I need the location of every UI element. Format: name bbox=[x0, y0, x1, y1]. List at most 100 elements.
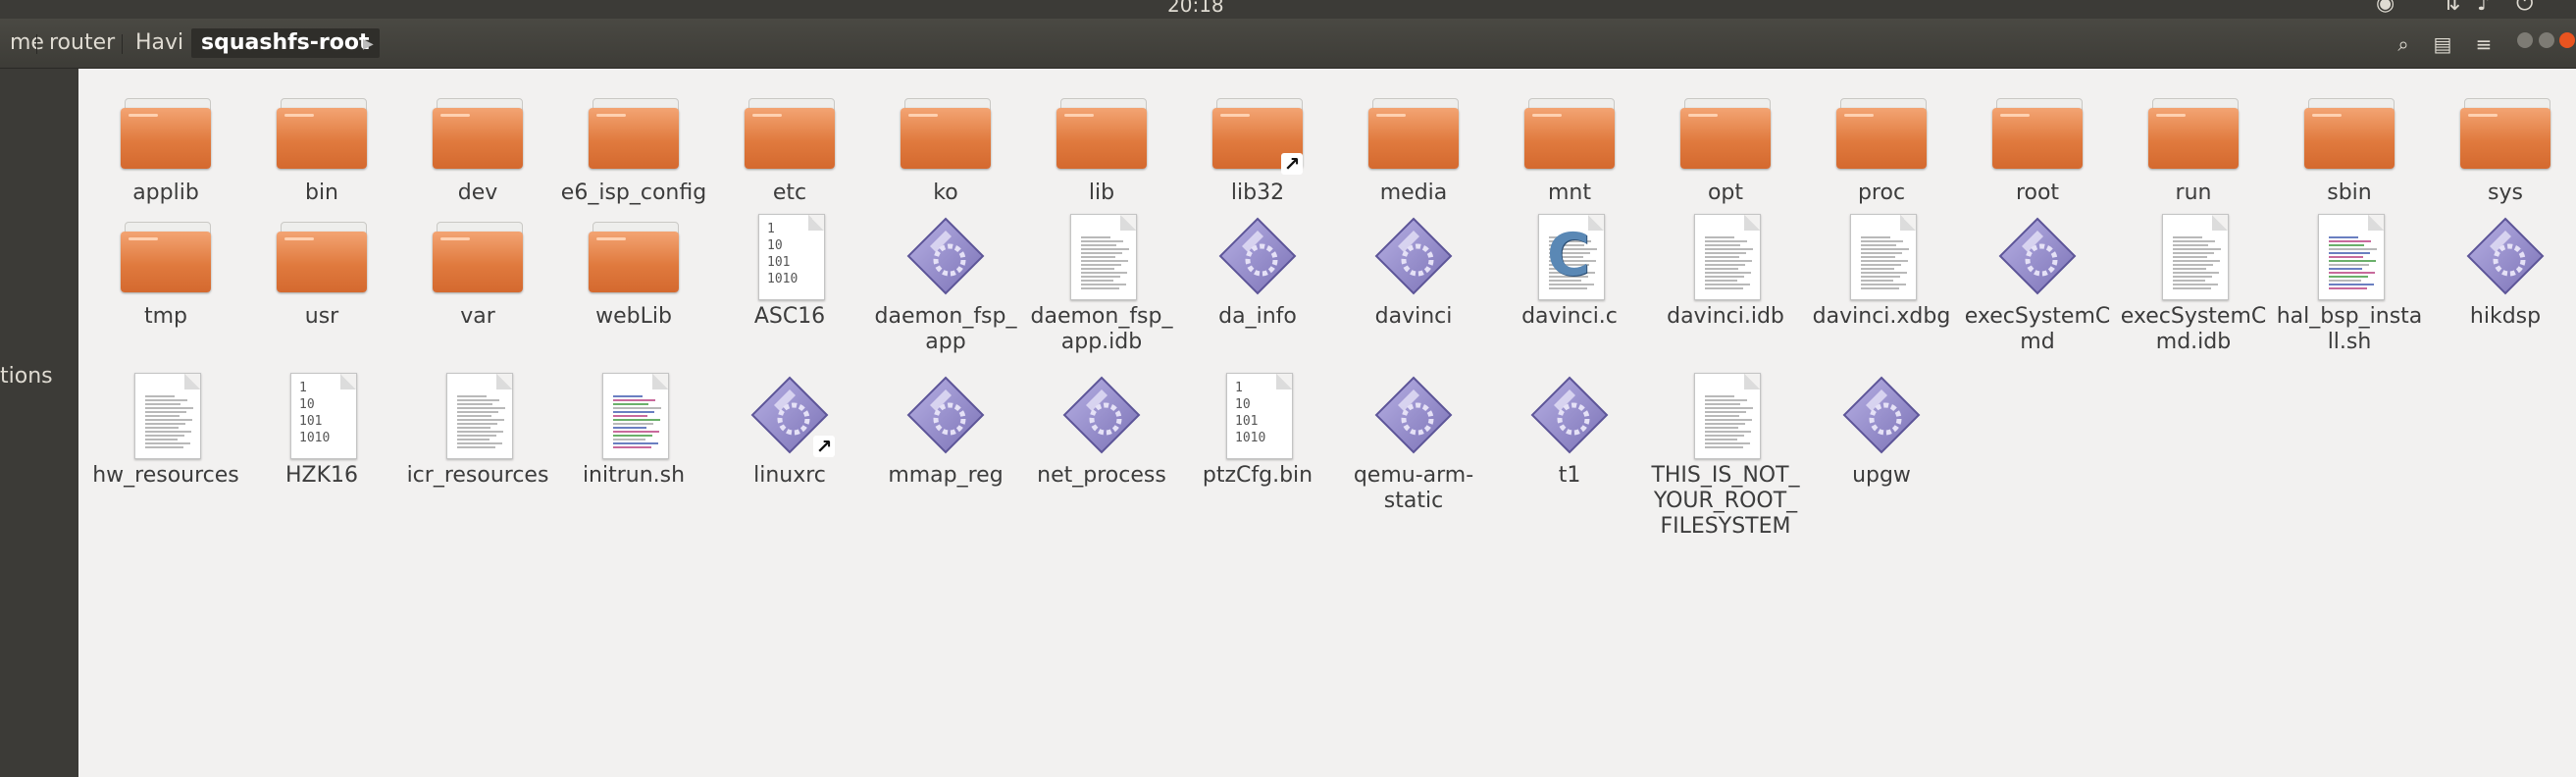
file-name-label: ko bbox=[933, 181, 958, 205]
file-item[interactable]: t1 bbox=[1491, 373, 1648, 489]
breadcrumb-router[interactable]: router bbox=[39, 28, 125, 58]
file-item[interactable]: Cdavinci.c bbox=[1491, 214, 1648, 330]
file-name-label: daemon_fsp_app bbox=[874, 304, 1017, 354]
file-item[interactable]: upgw bbox=[1803, 373, 1960, 489]
binary-file-icon: 1 10 101 1010 bbox=[743, 214, 837, 300]
file-name-label: execSystemCmd bbox=[1964, 304, 2111, 354]
file-item[interactable]: daemon_fsp_app.idb bbox=[1023, 214, 1180, 355]
breadcrumb-havi[interactable]: Havi bbox=[126, 28, 193, 58]
file-item[interactable]: davinci.xdbg bbox=[1803, 214, 1960, 330]
file-name-label: run bbox=[2175, 181, 2212, 205]
file-item[interactable]: icr_resources bbox=[399, 373, 556, 489]
file-item[interactable]: davinci.idb bbox=[1647, 214, 1804, 330]
close-button[interactable] bbox=[2559, 32, 2575, 48]
file-name-label: webLib bbox=[595, 304, 672, 329]
file-name-label: e6_isp_config bbox=[560, 181, 707, 205]
file-item[interactable]: usr bbox=[243, 214, 400, 330]
file-item[interactable]: mmap_reg bbox=[867, 373, 1024, 489]
folder-icon bbox=[899, 90, 993, 175]
power-icon[interactable]: ⏻ bbox=[2516, 0, 2533, 16]
file-item[interactable]: sys bbox=[2427, 90, 2576, 206]
text-file-icon bbox=[1834, 214, 1929, 300]
file-name-label: THIS_IS_NOT_YOUR_ROOT_FILESYSTEM bbox=[1651, 463, 1800, 539]
executable-icon bbox=[1366, 373, 1461, 457]
executable-icon bbox=[1834, 373, 1929, 457]
file-item[interactable]: execSystemCmd bbox=[1959, 214, 2116, 355]
folder-icon bbox=[2146, 90, 2241, 175]
breadcrumb-next-arrow-icon[interactable]: ▶ bbox=[363, 36, 374, 52]
file-item[interactable]: var bbox=[399, 214, 556, 330]
file-item[interactable]: ↗ lib32 bbox=[1179, 90, 1336, 206]
file-item[interactable]: media bbox=[1335, 90, 1492, 206]
clock[interactable]: 20:18 bbox=[1167, 0, 1224, 17]
file-item[interactable]: e6_isp_config bbox=[555, 90, 712, 206]
file-item[interactable]: da_info bbox=[1179, 214, 1336, 330]
minimize-button[interactable] bbox=[2517, 32, 2533, 48]
file-name-label: davinci.xdbg bbox=[1812, 304, 1951, 329]
folder-icon bbox=[119, 90, 213, 175]
breadcrumb-separator bbox=[122, 34, 123, 54]
file-item[interactable]: root bbox=[1959, 90, 2116, 206]
file-item[interactable]: dev bbox=[399, 90, 556, 206]
file-item[interactable]: applib bbox=[87, 90, 244, 206]
file-name-label: ASC16 bbox=[753, 304, 826, 329]
file-item[interactable]: run bbox=[2115, 90, 2272, 206]
file-name-label: hikdsp bbox=[2469, 304, 2542, 329]
sidebar-item-label[interactable]: tions bbox=[0, 364, 53, 388]
top-panel: 20:18 ◉ ⇅ ♪ ⏻ bbox=[0, 0, 2576, 19]
file-name-label: tmp bbox=[143, 304, 188, 329]
file-item[interactable]: execSystemCmd.idb bbox=[2115, 214, 2272, 355]
file-item[interactable]: 1 10 101 1010 ptzCfg.bin bbox=[1179, 373, 1336, 489]
file-item[interactable]: initrun.sh bbox=[555, 373, 712, 489]
volume-icon[interactable]: ♪ bbox=[2477, 0, 2491, 16]
file-item[interactable]: tmp bbox=[87, 214, 244, 330]
file-name-label: dev bbox=[457, 181, 498, 205]
file-item[interactable]: hal_bsp_install.sh bbox=[2271, 214, 2428, 355]
file-name-label: etc bbox=[772, 181, 807, 205]
executable-icon bbox=[1366, 214, 1461, 298]
folder-icon bbox=[119, 214, 213, 298]
accessibility-icon[interactable]: ◉ bbox=[2376, 0, 2395, 16]
folder-icon bbox=[1834, 90, 1929, 175]
folder-icon: ↗ bbox=[1211, 90, 1305, 175]
file-item[interactable]: ko bbox=[867, 90, 1024, 206]
search-icon[interactable]: ⌕ bbox=[2384, 30, 2423, 58]
breadcrumb-squashfs-root[interactable]: squashfs-root bbox=[191, 28, 380, 58]
file-item[interactable]: hikdsp bbox=[2427, 214, 2576, 330]
network-icon[interactable]: ⇅ bbox=[2443, 0, 2460, 16]
binary-file-icon: 1 10 101 1010 bbox=[1211, 373, 1305, 459]
file-item[interactable]: proc bbox=[1803, 90, 1960, 206]
folder-icon bbox=[587, 214, 681, 298]
file-item[interactable]: daemon_fsp_app bbox=[867, 214, 1024, 355]
menu-icon[interactable]: ≡ bbox=[2464, 30, 2503, 58]
file-name-label: media bbox=[1379, 181, 1448, 205]
folder-icon bbox=[1055, 90, 1149, 175]
folder-icon bbox=[743, 90, 837, 175]
file-item[interactable]: net_process bbox=[1023, 373, 1180, 489]
file-item[interactable]: opt bbox=[1647, 90, 1804, 206]
text-file-icon bbox=[1678, 373, 1773, 459]
file-name-label: bin bbox=[304, 181, 339, 205]
file-item[interactable]: davinci bbox=[1335, 214, 1492, 330]
binary-file-icon: 1 10 101 1010 bbox=[275, 373, 369, 459]
folder-icon bbox=[2458, 90, 2552, 175]
file-name-label: mmap_reg bbox=[888, 463, 1004, 488]
folder-icon bbox=[275, 90, 369, 175]
file-item[interactable]: webLib bbox=[555, 214, 712, 330]
view-toggle-icon[interactable]: ▤ bbox=[2423, 30, 2462, 58]
file-name-label: davinci.c bbox=[1521, 304, 1618, 329]
file-item[interactable]: hw_resources bbox=[87, 373, 244, 489]
file-item[interactable]: qemu-arm-static bbox=[1335, 373, 1492, 514]
file-item[interactable]: 1 10 101 1010 ASC16 bbox=[711, 214, 868, 330]
file-item[interactable]: lib bbox=[1023, 90, 1180, 206]
sidebar: tions bbox=[0, 69, 78, 777]
file-item[interactable]: ↗ linuxrc bbox=[711, 373, 868, 489]
file-item[interactable]: bin bbox=[243, 90, 400, 206]
file-item[interactable]: etc bbox=[711, 90, 868, 206]
maximize-button[interactable] bbox=[2539, 32, 2554, 48]
file-item[interactable]: THIS_IS_NOT_YOUR_ROOT_FILESYSTEM bbox=[1647, 373, 1804, 540]
file-item[interactable]: 1 10 101 1010 HZK16 bbox=[243, 373, 400, 489]
file-item[interactable]: mnt bbox=[1491, 90, 1648, 206]
file-item[interactable]: sbin bbox=[2271, 90, 2428, 206]
file-name-label: ptzCfg.bin bbox=[1202, 463, 1314, 488]
